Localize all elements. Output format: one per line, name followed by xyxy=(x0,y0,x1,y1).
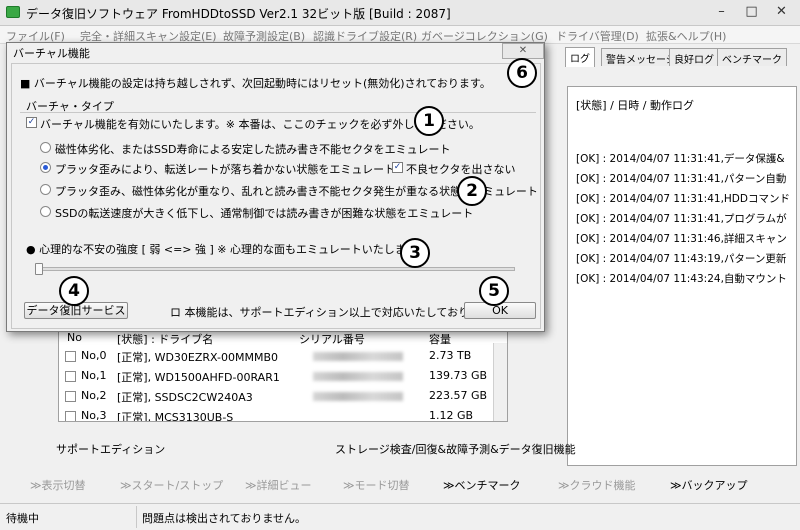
cloud-button[interactable]: ≫クラウド機能 xyxy=(558,477,636,493)
log-line: [OK] : 2014/04/07 11:43:19,パターン更新 xyxy=(576,253,787,265)
status-bar: 待機中 問題点は検出されておりません。 xyxy=(0,503,800,530)
callout-3: 3 xyxy=(400,238,430,268)
log-header: [状態] / 日時 / 動作ログ xyxy=(576,99,694,112)
row-drive-name: [正常], WD30EZRX-00MMMB0 xyxy=(117,351,279,364)
mode-switch-button[interactable]: ≫モード切替 xyxy=(343,477,410,493)
option-radio-1[interactable] xyxy=(40,142,51,153)
group-divider xyxy=(20,112,536,113)
row-checkbox[interactable] xyxy=(65,391,76,402)
tab-log[interactable]: ログ xyxy=(565,47,595,67)
backup-button[interactable]: ≫バックアップ xyxy=(670,477,748,493)
tab-benchmark[interactable]: ベンチマーク xyxy=(717,48,787,66)
log-line: [OK] : 2014/04/07 11:31:41,プログラムが xyxy=(576,213,787,225)
bottom-toolbar: ≫表示切替 ≫スタート/ストップ ≫詳細ビュー ≫モード切替 ≫ベンチマーク ≫… xyxy=(0,473,800,495)
callout-4: 4 xyxy=(59,276,89,306)
column-header-serial[interactable]: シリアル番号 xyxy=(299,331,365,347)
support-note: ロ 本機能は、サポートエディション以上で対応いたしております。 xyxy=(170,306,501,319)
close-button[interactable]: ✕ xyxy=(768,2,795,22)
row-capacity: 2.73 TB xyxy=(429,349,472,362)
column-header-no[interactable]: No xyxy=(67,331,82,344)
log-panel: ログ 警告メッセージ 良好ログ ベンチマーク [状態] / 日時 / 動作ログ … xyxy=(561,47,797,472)
no-bad-sector-label: 不良セクタを出さない xyxy=(406,163,516,176)
menu-driver-management[interactable]: ドライバ管理(D) xyxy=(556,28,639,44)
callout-5: 5 xyxy=(479,276,509,306)
column-header-capacity[interactable]: 容量 xyxy=(429,331,451,347)
row-drive-name: [正常], MCS3130UB-S xyxy=(117,411,234,422)
log-line: [OK] : 2014/04/07 11:43:24,自動マウント xyxy=(576,273,787,285)
row-drive-name: [正常], SSDSC2CW240A3 xyxy=(117,391,253,404)
maximize-button[interactable]: □ xyxy=(738,2,765,22)
status-message: 問題点は検出されておりません。 xyxy=(142,512,307,525)
menu-extensions-help[interactable]: 拡張&ヘルプ(H) xyxy=(646,28,726,44)
serial-redacted xyxy=(313,392,403,401)
serial-redacted xyxy=(313,372,403,381)
log-list[interactable]: [状態] / 日時 / 動作ログ [OK] : 2014/04/07 11:31… xyxy=(567,86,797,466)
callout-1: 1 xyxy=(414,106,444,136)
benchmark-button[interactable]: ≫ベンチマーク xyxy=(443,477,521,493)
option-label-4: SSDの転送速度が大きく低下し、通常制御では読み書きが困難な状態をエミュレート xyxy=(55,207,474,220)
status-divider xyxy=(136,506,137,528)
option-label-2: プラッタ歪みにより、転送レートが落ち着かない状態をエミュレート xyxy=(55,163,396,176)
row-checkbox[interactable] xyxy=(65,371,76,382)
column-header-drive-name[interactable]: [状態] : ドライブ名 xyxy=(117,331,213,347)
serial-redacted xyxy=(313,352,403,361)
intensity-slider-thumb[interactable] xyxy=(35,263,43,275)
intensity-label: ● 心理的な不安の強度 [ 弱 <=> 強 ] ※ 心理的な面もエミュレートいた… xyxy=(26,243,427,256)
log-line: [OK] : 2014/04/07 11:31:41,パターン自動 xyxy=(576,173,787,185)
start-stop-button[interactable]: ≫スタート/ストップ xyxy=(120,477,223,493)
log-line: [OK] : 2014/04/07 11:31:41,データ保護& xyxy=(576,153,785,165)
log-line: [OK] : 2014/04/07 11:31:41,HDDコマンド xyxy=(576,193,790,205)
row-no: No,1 xyxy=(81,369,107,382)
detail-view-button[interactable]: ≫詳細ビュー xyxy=(245,477,312,493)
row-capacity: 1.12 GB xyxy=(429,409,474,422)
callout-2: 2 xyxy=(457,176,487,206)
toggle-display-button[interactable]: ≫表示切替 xyxy=(30,477,86,493)
row-capacity: 139.73 GB xyxy=(429,369,488,382)
row-no: No,0 xyxy=(81,349,107,362)
features-label: ストレージ検査/回復&故障予測&データ復旧機能 xyxy=(335,443,576,456)
row-checkbox[interactable] xyxy=(65,411,76,421)
option-radio-4[interactable] xyxy=(40,206,51,217)
intensity-slider-track[interactable] xyxy=(37,267,515,271)
dialog-close-button[interactable]: ✕ xyxy=(502,43,544,59)
row-capacity: 223.57 GB xyxy=(429,389,488,402)
status-state: 待機中 xyxy=(6,512,39,525)
option-label-1: 磁性体劣化、またはSSD寿命による安定した読み書き不能セクタをエミュレート xyxy=(55,143,451,156)
enable-virtual-checkbox[interactable]: ✓ xyxy=(26,117,37,128)
app-icon xyxy=(6,6,20,18)
dialog-title: バーチャル機能 xyxy=(13,47,90,60)
option-radio-3[interactable] xyxy=(40,184,51,195)
callout-6: 6 xyxy=(507,58,537,88)
log-line: [OK] : 2014/04/07 11:31:46,詳細スキャン xyxy=(576,233,787,245)
window-titlebar: データ復旧ソフトウェア FromHDDtoSSD Ver2.1 32ビット版 [… xyxy=(0,0,800,26)
row-no: No,3 xyxy=(81,409,107,422)
table-scrollbar[interactable] xyxy=(493,343,507,421)
tab-good-log[interactable]: 良好ログ xyxy=(669,48,719,66)
row-no: No,2 xyxy=(81,389,107,402)
window-title: データ復旧ソフトウェア FromHDDtoSSD Ver2.1 32ビット版 [… xyxy=(26,7,451,21)
row-checkbox[interactable] xyxy=(65,351,76,362)
reset-notice: ■ バーチャル機能の設定は持ち越しされず、次回起動時にはリセット(無効化)されて… xyxy=(20,77,491,90)
edition-label: サポートエディション xyxy=(56,443,166,456)
option-radio-2[interactable] xyxy=(40,162,51,173)
minimize-button[interactable]: – xyxy=(708,2,735,22)
drive-table[interactable]: No [状態] : ドライブ名 シリアル番号 容量 No,0 [正常], WD3… xyxy=(58,328,508,422)
no-bad-sector-checkbox[interactable]: ✓ xyxy=(392,162,403,173)
row-drive-name: [正常], WD1500AHFD-00RAR1 xyxy=(117,371,280,384)
